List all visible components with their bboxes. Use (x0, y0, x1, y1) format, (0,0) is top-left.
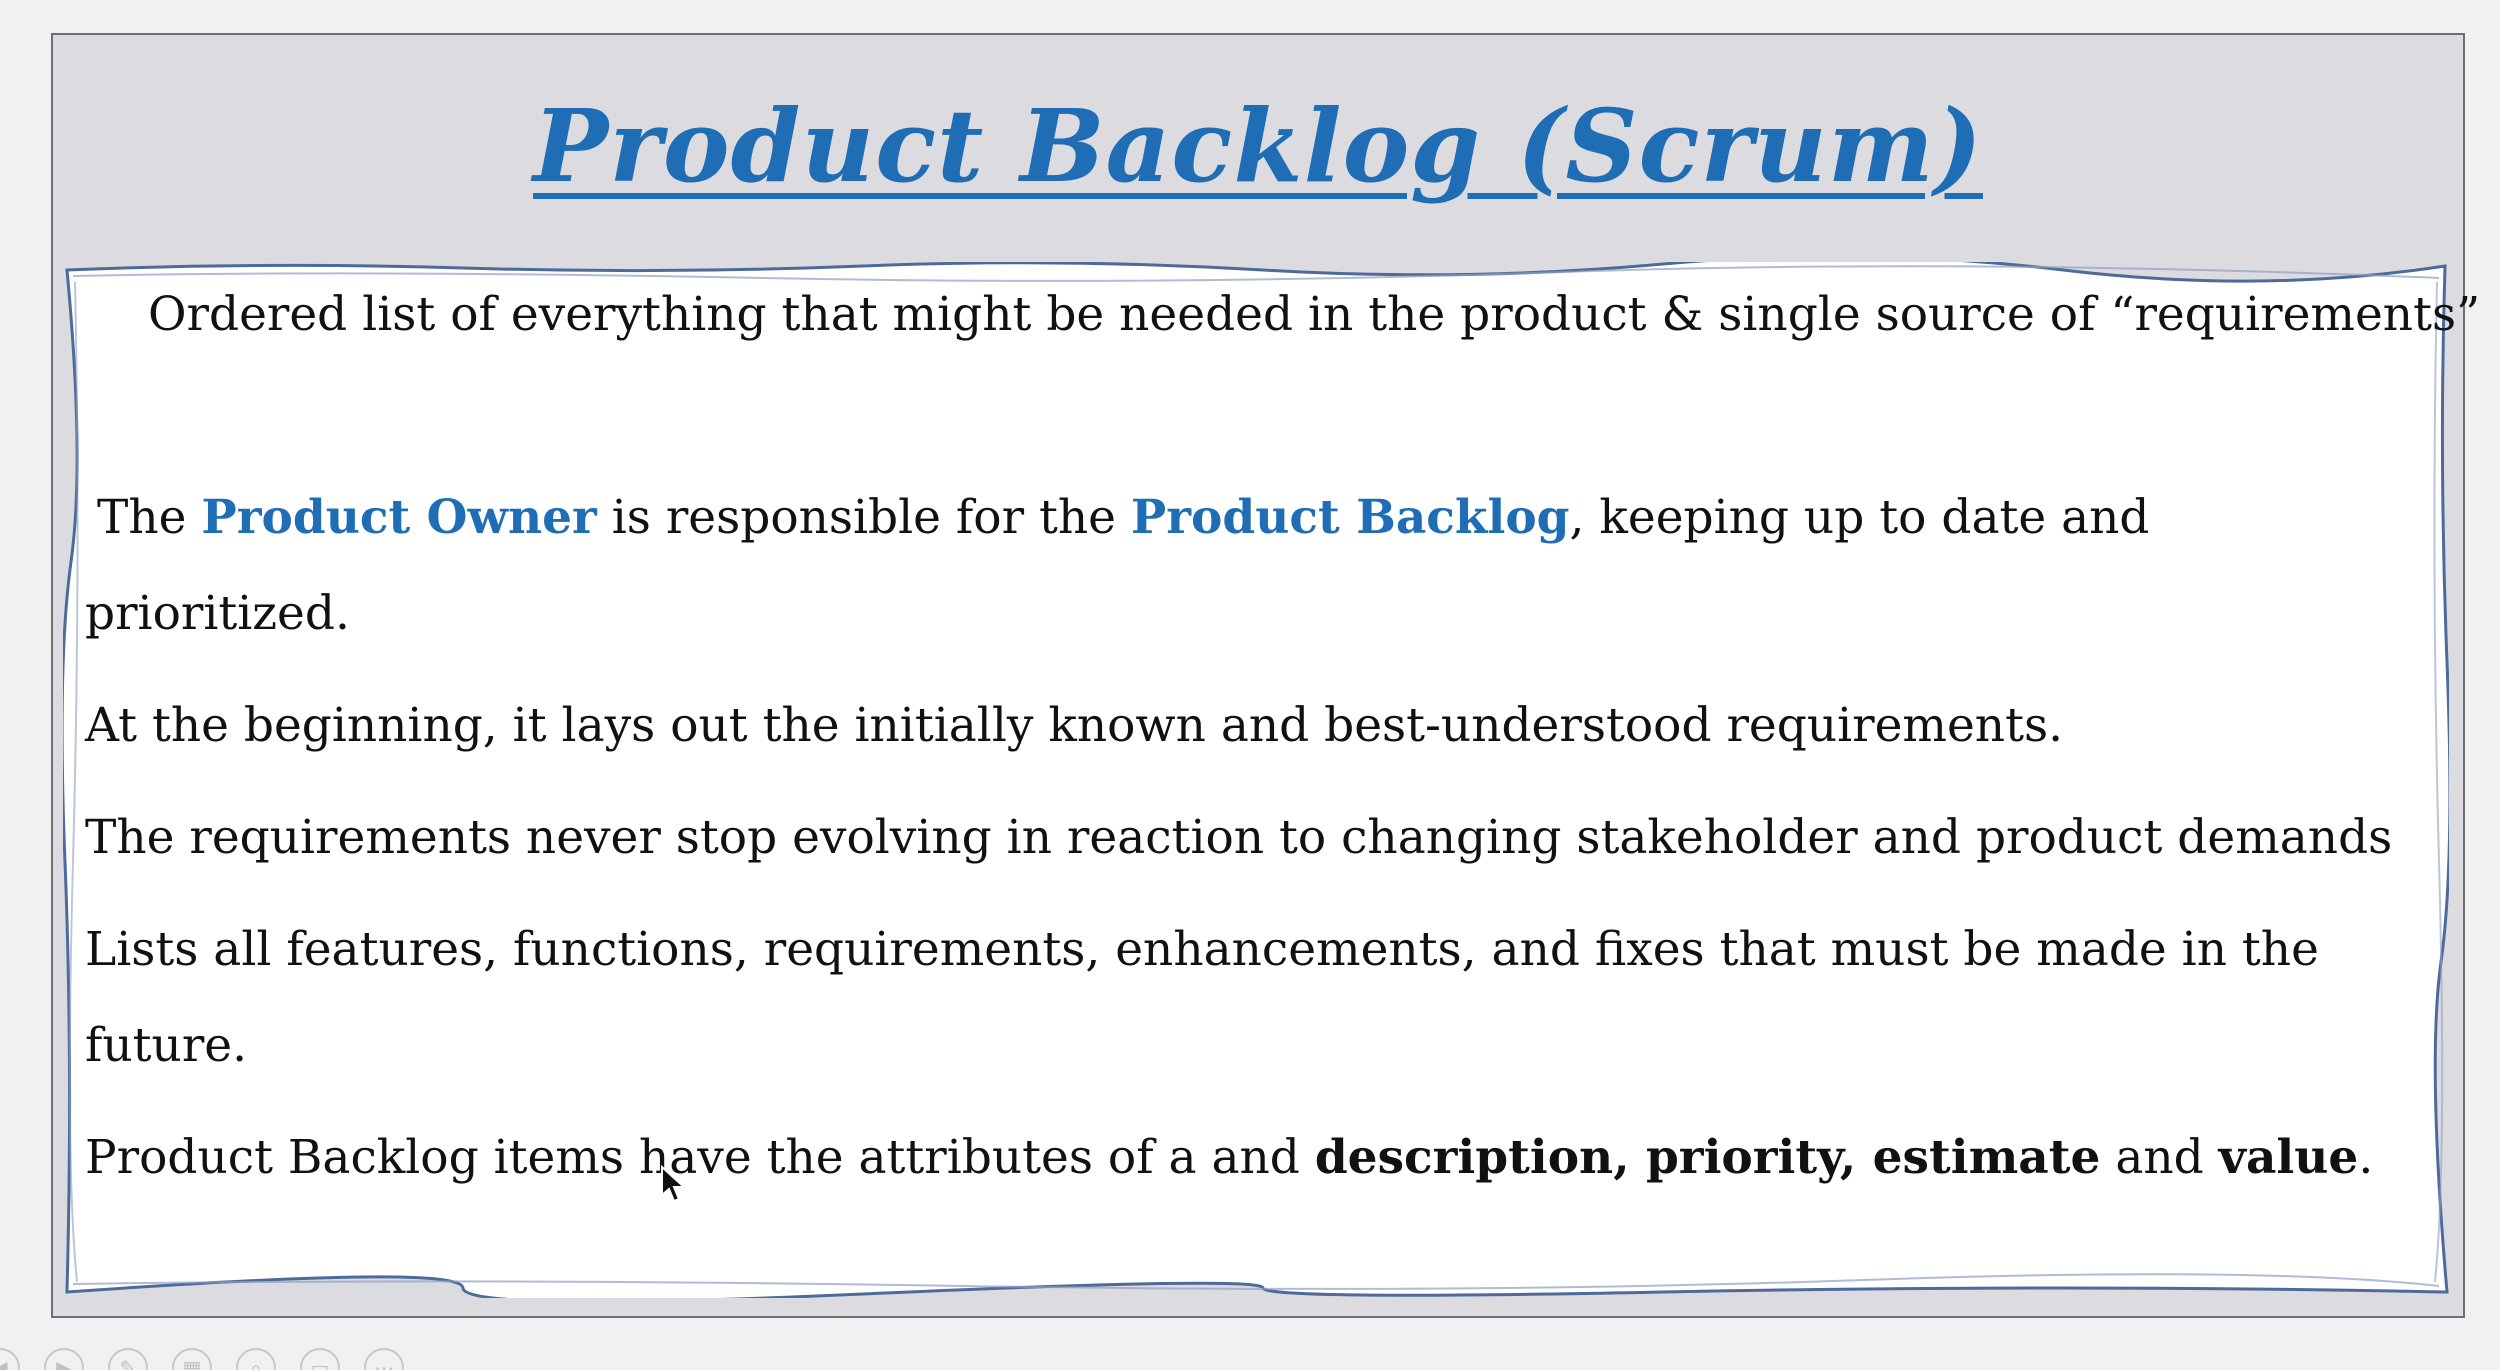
text-line-product-owner: The Product Owner is responsible for the… (97, 490, 2149, 545)
text-fragment: and (2100, 1130, 2219, 1185)
product-backlog-term: Product Backlog (1130, 490, 1570, 545)
slide-title: Product Backlog (Scrum) (533, 87, 1983, 205)
text-line-requirements-evolving: The requirements never stop evolving in … (85, 810, 2393, 865)
slides-icon[interactable]: ▦ (172, 1348, 212, 1370)
slideshow-toolbar: ◀ ▶ ✎ ▦ ⌕ ▭ ⋯ (0, 1340, 420, 1370)
pen-icon[interactable]: ✎ (108, 1348, 148, 1370)
subtitles-icon[interactable]: ▭ (300, 1348, 340, 1370)
text-line-beginning: At the beginning, it lays out the initia… (85, 698, 2064, 753)
product-owner-term: Product Owner (201, 490, 597, 545)
content-box: Ordered list of everything that might be… (63, 262, 2480, 1298)
text-fragment: The (97, 490, 202, 545)
mouse-cursor-icon (661, 1165, 687, 1203)
text-fragment: is responsible for the (596, 490, 1131, 545)
more-icon[interactable]: ⋯ (364, 1348, 404, 1370)
content-text: Ordered list of everything that might be… (63, 262, 2480, 1298)
attributes-bold: description, priority, estimate (1314, 1130, 2101, 1185)
text-fragment: , keeping up to date and (1569, 490, 2150, 545)
text-line-prioritized: prioritized. (85, 586, 350, 641)
text-fragment: Product Backlog items have the attribute… (85, 1130, 1315, 1185)
text-line-attributes: Product Backlog items have the attribute… (85, 1130, 2373, 1185)
previous-icon[interactable]: ◀ (0, 1348, 20, 1370)
play-icon[interactable]: ▶ (44, 1348, 84, 1370)
text-line-ordered-list: Ordered list of everything that might be… (148, 287, 2481, 342)
text-line-future: future. (85, 1018, 248, 1073)
text-line-lists-features: Lists all features, functions, requireme… (85, 922, 2319, 977)
zoom-icon[interactable]: ⌕ (236, 1348, 276, 1370)
value-bold: value (2218, 1130, 2359, 1185)
text-fragment: . (2358, 1130, 2374, 1185)
